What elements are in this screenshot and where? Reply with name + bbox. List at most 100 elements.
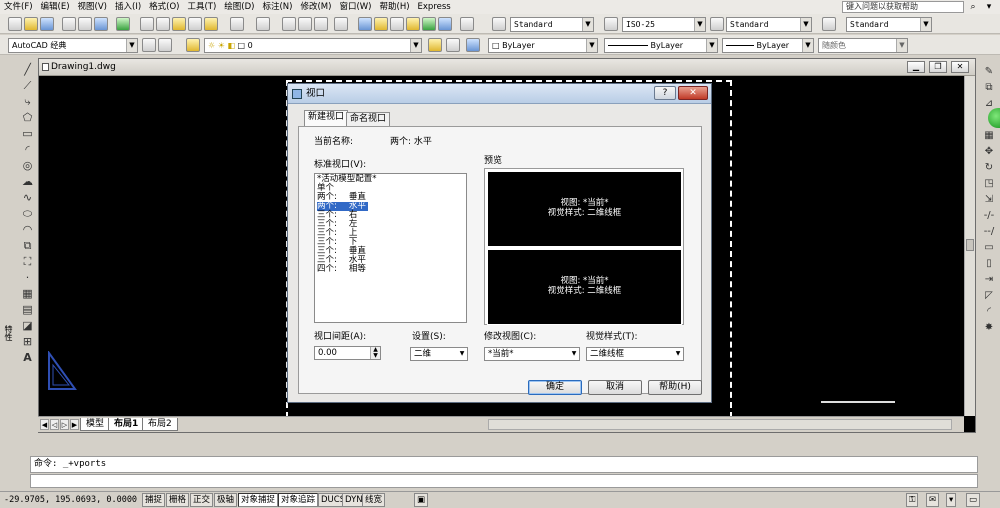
break-icon[interactable]: ▯	[982, 257, 996, 271]
print-preview-icon[interactable]	[78, 17, 92, 31]
first-tab-icon[interactable]: ◀	[40, 419, 49, 430]
tab-new-viewports[interactable]: 新建视口	[304, 110, 349, 127]
undo-icon[interactable]	[230, 17, 244, 31]
quickcalc-icon[interactable]	[438, 17, 452, 31]
list-item[interactable]: 四个: 相等	[317, 265, 366, 274]
minimize-button[interactable]: ▁	[907, 61, 925, 73]
text-style-select[interactable]: Standard ▼	[510, 17, 594, 32]
setup-select[interactable]: 二维 ▼	[410, 347, 468, 361]
tab-layout2[interactable]: 布局2	[142, 418, 178, 431]
search-icon[interactable]: ⌕	[966, 1, 980, 13]
hatch-icon[interactable]: ▦	[20, 287, 35, 301]
construction-line-icon[interactable]: ⟋	[20, 79, 35, 93]
layer-manager-icon[interactable]	[186, 38, 200, 52]
last-tab-icon[interactable]: ▶	[70, 419, 79, 430]
linetype-control-select[interactable]: ByLayer ▼	[604, 38, 718, 53]
insert-block-icon[interactable]: ⧉	[20, 239, 35, 253]
help-search-input[interactable]: 键入问题以获取帮助	[842, 1, 964, 13]
line-icon[interactable]: ╱	[20, 63, 35, 77]
restore-button[interactable]: ❐	[929, 61, 947, 73]
comm-center-icon[interactable]: ✉	[926, 493, 940, 507]
paste-icon[interactable]	[172, 17, 186, 31]
tab-layout1[interactable]: 布局1	[108, 418, 145, 431]
spline-icon[interactable]: ∿	[20, 191, 35, 205]
extend-icon[interactable]: --/	[982, 225, 996, 239]
make-block-icon[interactable]: ⛶	[20, 255, 35, 269]
stretch-icon[interactable]: ⇲	[982, 193, 996, 207]
copy-icon[interactable]	[156, 17, 170, 31]
point-icon[interactable]: ·	[20, 271, 35, 285]
revision-cloud-icon[interactable]: ☁	[20, 175, 35, 189]
arc-icon[interactable]: ◜	[20, 143, 35, 157]
rotate-icon[interactable]: ↻	[982, 161, 996, 175]
table-style-select[interactable]: Standard ▼	[726, 17, 812, 32]
menu-modify[interactable]: 修改(M)	[296, 0, 335, 14]
join-icon[interactable]: ⇥	[982, 273, 996, 287]
close-button[interactable]: ✕	[951, 61, 969, 73]
clean-screen-icon[interactable]: ▭	[966, 493, 981, 507]
ortho-toggle[interactable]: 正交	[190, 493, 214, 507]
table-icon[interactable]: ⊞	[20, 335, 35, 349]
preview-viewport-top[interactable]: 视图: *当前* 视觉样式: 二维线框	[487, 171, 682, 247]
dim-style-icon[interactable]	[604, 17, 618, 31]
multileader-style-select[interactable]: Standard ▼	[846, 17, 932, 32]
erase-icon[interactable]: ✎	[982, 65, 996, 79]
menu-view[interactable]: 视图(V)	[74, 0, 111, 14]
ellipse-arc-icon[interactable]: ◠	[20, 223, 35, 237]
save-icon[interactable]	[40, 17, 54, 31]
design-center-icon[interactable]	[374, 17, 388, 31]
new-file-icon[interactable]	[8, 17, 22, 31]
ellipse-icon[interactable]: ⬭	[20, 207, 35, 221]
grid-toggle[interactable]: 栅格	[166, 493, 190, 507]
next-tab-icon[interactable]: ▷	[60, 419, 69, 430]
prev-tab-icon[interactable]: ◁	[50, 419, 59, 430]
open-file-icon[interactable]	[24, 17, 38, 31]
help-button[interactable]: 帮助(H)	[648, 380, 702, 395]
menu-tools[interactable]: 工具(T)	[183, 0, 220, 14]
model-paper-icon[interactable]: ▣	[414, 493, 429, 507]
redo-icon[interactable]	[256, 17, 270, 31]
polyline-icon[interactable]: ⤷	[20, 95, 35, 109]
command-input[interactable]	[30, 474, 978, 488]
rectangle-icon[interactable]: ▭	[20, 127, 35, 141]
menu-file[interactable]: 文件(F)	[0, 0, 37, 14]
tab-model[interactable]: 模型	[80, 418, 111, 431]
zoom-previous-icon[interactable]	[334, 17, 348, 31]
table-style-icon[interactable]	[710, 17, 724, 31]
lineweight-control-select[interactable]: ByLayer ▼	[722, 38, 814, 53]
scrollbar-thumb[interactable]	[966, 239, 974, 251]
circle-icon[interactable]: ◎	[20, 159, 35, 173]
layer-select[interactable]: ☼ ☀ ◧ □ 0 ▼	[204, 38, 422, 53]
menu-edit[interactable]: 编辑(E)	[37, 0, 74, 14]
explode-icon[interactable]: ✸	[982, 321, 996, 335]
array-icon[interactable]: ▦	[982, 129, 996, 143]
markup-icon[interactable]	[422, 17, 436, 31]
block-editor-icon[interactable]	[204, 17, 218, 31]
viewport-spacing-input[interactable]: 0.00 ▲ ▼	[314, 346, 381, 360]
drawing-window-titlebar[interactable]: Drawing1.dwg ▁ ❐ ✕	[39, 59, 975, 76]
text-style-icon[interactable]	[492, 17, 506, 31]
region-icon[interactable]: ◪	[20, 319, 35, 333]
layer-previous-icon[interactable]	[446, 38, 460, 52]
plotstyle-control-select[interactable]: 随颜色 ▼	[818, 38, 908, 53]
cancel-button[interactable]: 取消	[588, 380, 642, 395]
vertical-scrollbar[interactable]	[964, 76, 975, 416]
preview-viewport-bottom[interactable]: 视图: *当前* 视觉样式: 二维线框	[487, 249, 682, 325]
properties-icon[interactable]	[358, 17, 372, 31]
dialog-titlebar[interactable]: 视口 ? ✕	[288, 84, 711, 104]
menu-format[interactable]: 格式(O)	[145, 0, 183, 14]
tray-settings-icon[interactable]: ▾	[946, 493, 957, 507]
make-layer-current-icon[interactable]	[428, 38, 442, 52]
tool-palettes-icon[interactable]	[390, 17, 404, 31]
sheet-set-icon[interactable]	[406, 17, 420, 31]
dialog-help-button[interactable]: ?	[654, 86, 676, 100]
chevron-down-icon[interactable]: ▾	[982, 1, 996, 13]
polar-toggle[interactable]: 极轴	[214, 493, 238, 507]
move-icon[interactable]: ✥	[982, 145, 996, 159]
fillet-icon[interactable]: ◜	[982, 305, 996, 319]
horizontal-scrollbar[interactable]	[488, 419, 952, 430]
pan-icon[interactable]	[282, 17, 296, 31]
ok-button[interactable]: 确定	[528, 380, 582, 395]
copy-object-icon[interactable]: ⧉	[982, 81, 996, 95]
standard-viewports-list[interactable]: *活动模型配置* 单个 两个: 垂直 两个: 水平 三个: 右 三个: 左 三个: 上 三…	[314, 173, 467, 323]
